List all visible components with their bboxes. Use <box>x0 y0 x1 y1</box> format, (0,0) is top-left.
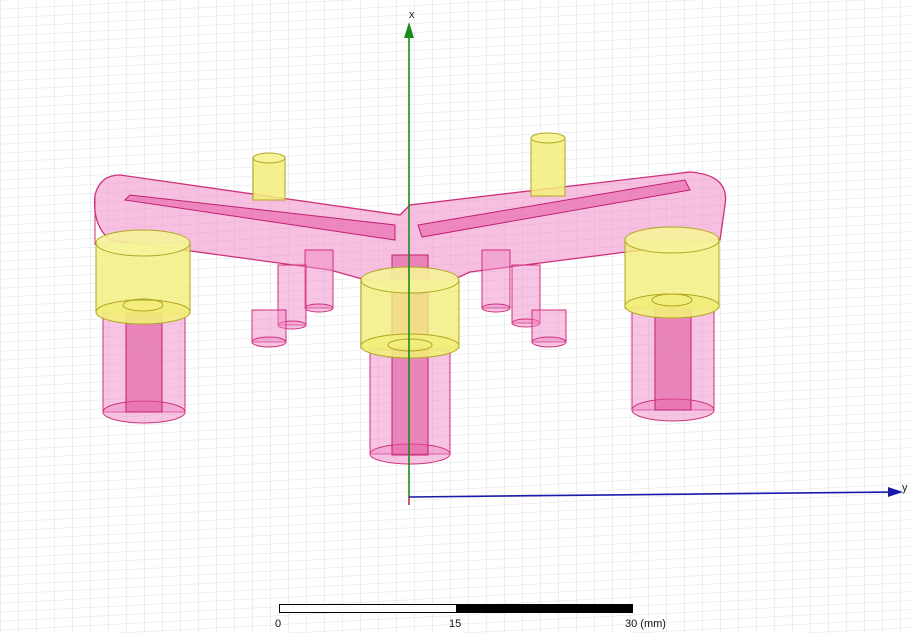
yellow-rod-left <box>252 152 286 201</box>
scale-tick-0: 0 <box>275 618 282 630</box>
scale-tick-30: 30 (mm) <box>625 618 666 630</box>
yellow-rod-right <box>530 132 566 197</box>
scale-bar-filled-segment <box>456 604 633 613</box>
post-left[interactable] <box>95 229 191 424</box>
scale-tick-15: 15 <box>449 618 462 630</box>
3d-viewport[interactable]: x y <box>0 0 911 633</box>
model-scene[interactable] <box>0 0 911 633</box>
post-center[interactable] <box>360 254 460 465</box>
y-axis-label: y <box>902 482 908 494</box>
x-axis-label: x <box>409 9 415 21</box>
post-right[interactable] <box>624 226 720 422</box>
scale-bar <box>279 604 633 613</box>
